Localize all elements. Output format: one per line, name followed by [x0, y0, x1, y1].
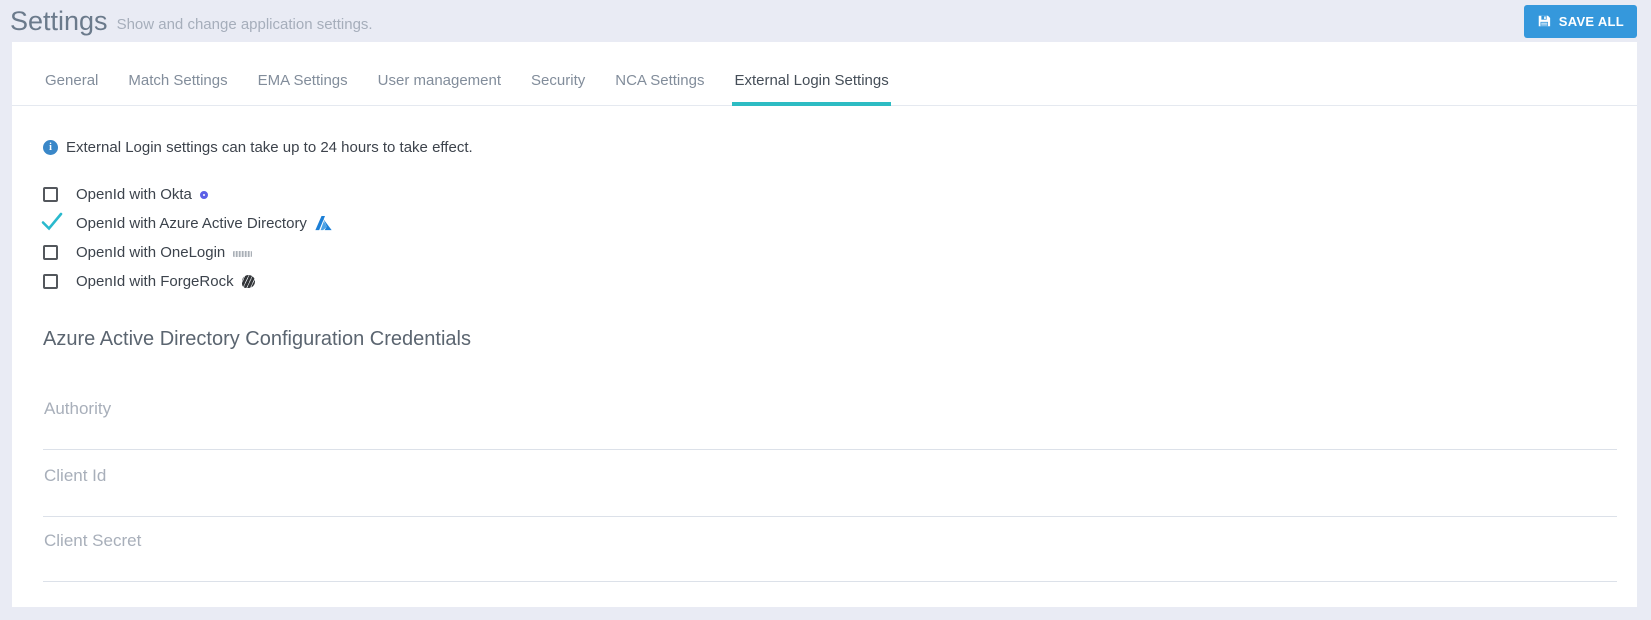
page-title: Settings	[10, 5, 108, 36]
provider-row-azure: OpenId with Azure Active Directory	[41, 209, 1637, 238]
provider-row-forgerock: OpenId with ForgeRock	[43, 267, 1637, 296]
client-secret-input[interactable]	[43, 531, 1617, 582]
tab-security[interactable]: Security	[529, 66, 587, 106]
provider-row-onelogin: OpenId with OneLogin	[43, 238, 1637, 267]
onelogin-icon	[233, 249, 253, 257]
provider-label-forgerock: OpenId with ForgeRock	[76, 273, 234, 290]
page-subtitle: Show and change application settings.	[116, 15, 373, 33]
okta-icon	[199, 190, 208, 199]
login-provider-list: OpenId with Okta OpenId with Azure Activ…	[41, 180, 1637, 296]
settings-card: General Match Settings EMA Settings User…	[12, 42, 1637, 607]
provider-row-okta: OpenId with Okta	[43, 180, 1637, 209]
tab-general[interactable]: General	[43, 66, 100, 106]
credentials-form	[43, 399, 1617, 582]
okta-checkbox[interactable]	[43, 187, 58, 202]
onelogin-checkbox[interactable]	[43, 245, 58, 260]
client-secret-field-wrap	[43, 531, 1617, 582]
client-id-field-wrap	[43, 466, 1617, 517]
client-id-input[interactable]	[43, 466, 1617, 517]
tab-ema-settings[interactable]: EMA Settings	[256, 66, 350, 106]
provider-label-azure: OpenId with Azure Active Directory	[76, 215, 307, 232]
authority-field-wrap	[43, 399, 1617, 450]
authority-input[interactable]	[43, 399, 1617, 450]
settings-tabbar: General Match Settings EMA Settings User…	[12, 42, 1637, 106]
save-icon	[1537, 14, 1551, 28]
tab-nca-settings[interactable]: NCA Settings	[613, 66, 706, 106]
tab-external-login-settings[interactable]: External Login Settings	[732, 66, 891, 106]
azure-icon	[315, 216, 332, 231]
page-header: Settings Show and change application set…	[0, 0, 1651, 42]
save-all-button[interactable]: SAVE ALL	[1523, 4, 1637, 38]
forgerock-icon	[241, 275, 255, 288]
provider-label-onelogin: OpenId with OneLogin	[76, 244, 226, 261]
azure-checkbox-checked[interactable]	[41, 212, 63, 236]
info-icon: i	[43, 140, 58, 155]
tab-user-management[interactable]: User management	[376, 66, 503, 106]
forgerock-checkbox[interactable]	[43, 274, 58, 289]
info-banner-text: External Login settings can take up to 2…	[66, 139, 473, 156]
tab-match-settings[interactable]: Match Settings	[126, 66, 229, 106]
save-all-button-label: SAVE ALL	[1558, 13, 1624, 29]
info-banner: i External Login settings can take up to…	[43, 139, 1637, 156]
provider-label-okta: OpenId with Okta	[76, 186, 192, 203]
credentials-section-heading: Azure Active Directory Configuration Cre…	[43, 328, 471, 350]
